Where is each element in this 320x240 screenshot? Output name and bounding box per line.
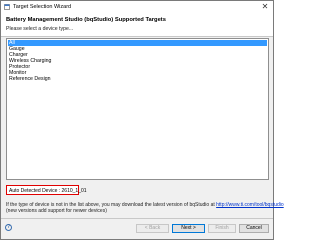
finish-button[interactable]: Finish bbox=[208, 224, 236, 233]
cancel-button[interactable]: Cancel bbox=[239, 224, 269, 233]
close-icon[interactable]: ✕ bbox=[260, 2, 270, 12]
device-type-list[interactable]: All Gauge Charger Wireless Charging Prot… bbox=[6, 38, 269, 180]
footer-divider bbox=[1, 218, 273, 219]
next-button[interactable]: Next > bbox=[172, 224, 205, 233]
title-bar[interactable]: Target Selection Wizard ✕ bbox=[1, 1, 273, 13]
help-icon: ? bbox=[5, 224, 12, 231]
download-note: If the type of device is not in the list… bbox=[6, 202, 284, 214]
target-selection-wizard-window: Target Selection Wizard ✕ Battery Manage… bbox=[0, 0, 284, 240]
window-title: Target Selection Wizard bbox=[13, 4, 72, 10]
wizard-header: Battery Management Studio (bqStudio) Sup… bbox=[1, 13, 273, 37]
back-button[interactable]: < Back bbox=[136, 224, 169, 233]
wizard-window-icon bbox=[4, 4, 10, 10]
note-line-2: (new versions add support for newer devi… bbox=[6, 208, 107, 214]
bqstudio-download-link[interactable]: http://www.ti.com/tool/bqstudio bbox=[216, 202, 284, 208]
help-button[interactable]: ? bbox=[5, 224, 14, 233]
page-title: Battery Management Studio (bqStudio) Sup… bbox=[6, 17, 166, 23]
list-item-reference-design[interactable]: Reference Design bbox=[8, 76, 267, 82]
auto-detected-device-box: Auto Detected Device : 2610_1_01 bbox=[6, 185, 87, 195]
page-subtitle: Please select a device type... bbox=[6, 26, 74, 32]
auto-detected-device-label: Auto Detected Device : 2610_1_01 bbox=[9, 188, 87, 194]
